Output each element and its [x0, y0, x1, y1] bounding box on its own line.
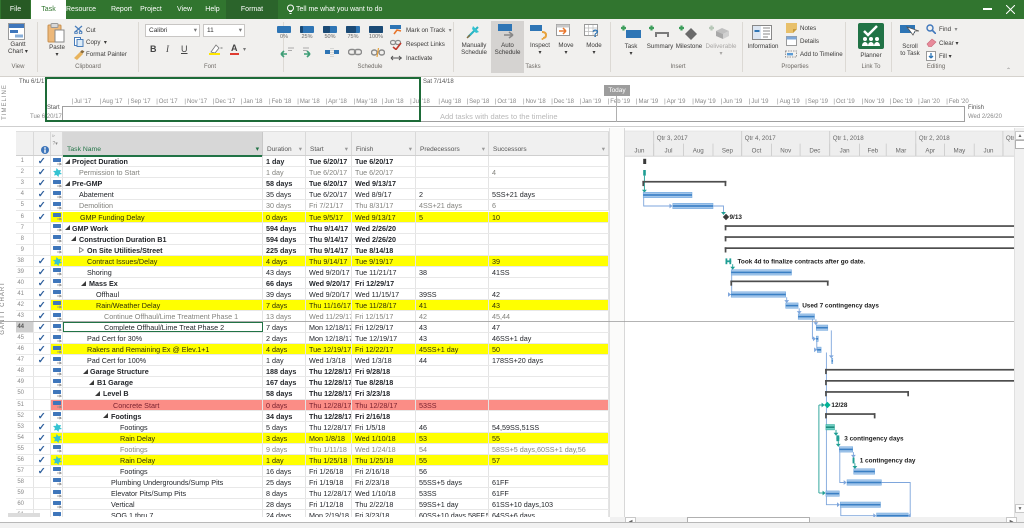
svg-text:Sep: Sep	[722, 148, 734, 155]
svg-text:Apr: Apr	[925, 148, 935, 155]
svg-text:12/28: 12/28	[831, 402, 847, 409]
svg-text:Dec: Dec	[809, 148, 820, 155]
svg-text:?: ?	[592, 28, 599, 39]
svg-text:Jul: Jul	[665, 148, 673, 155]
svg-text:Jan: Jan	[840, 148, 851, 155]
svg-text:Qtr 2, 2018: Qtr 2, 2018	[919, 135, 951, 142]
svg-text:Jun: Jun	[634, 148, 645, 155]
svg-text:Jun: Jun	[984, 148, 995, 155]
svg-text:Aug: Aug	[693, 148, 705, 155]
svg-text:Qtr 3, 2018: Qtr 3, 2018	[1006, 135, 1014, 142]
svg-text:Nov: Nov	[780, 148, 792, 155]
svg-text:Feb: Feb	[867, 148, 878, 155]
svg-text:Took 4d to finalize contracts: Took 4d to finalize contracts after go d…	[738, 258, 866, 265]
svg-text:Oct: Oct	[752, 148, 762, 155]
svg-text:May: May	[954, 148, 967, 155]
svg-text:Qtr 4, 2017: Qtr 4, 2017	[745, 135, 777, 142]
svg-text:Mar: Mar	[896, 148, 907, 155]
svg-text:1 contingency day: 1 contingency day	[860, 457, 916, 464]
svg-text:Qtr 1, 2018: Qtr 1, 2018	[833, 135, 865, 142]
svg-text:Used 7 contingency days: Used 7 contingency days	[802, 303, 879, 310]
svg-text:9/13: 9/13	[730, 214, 743, 221]
svg-text:Qtr 3, 2017: Qtr 3, 2017	[657, 135, 689, 142]
svg-text:3 contingency days: 3 contingency days	[844, 435, 904, 442]
